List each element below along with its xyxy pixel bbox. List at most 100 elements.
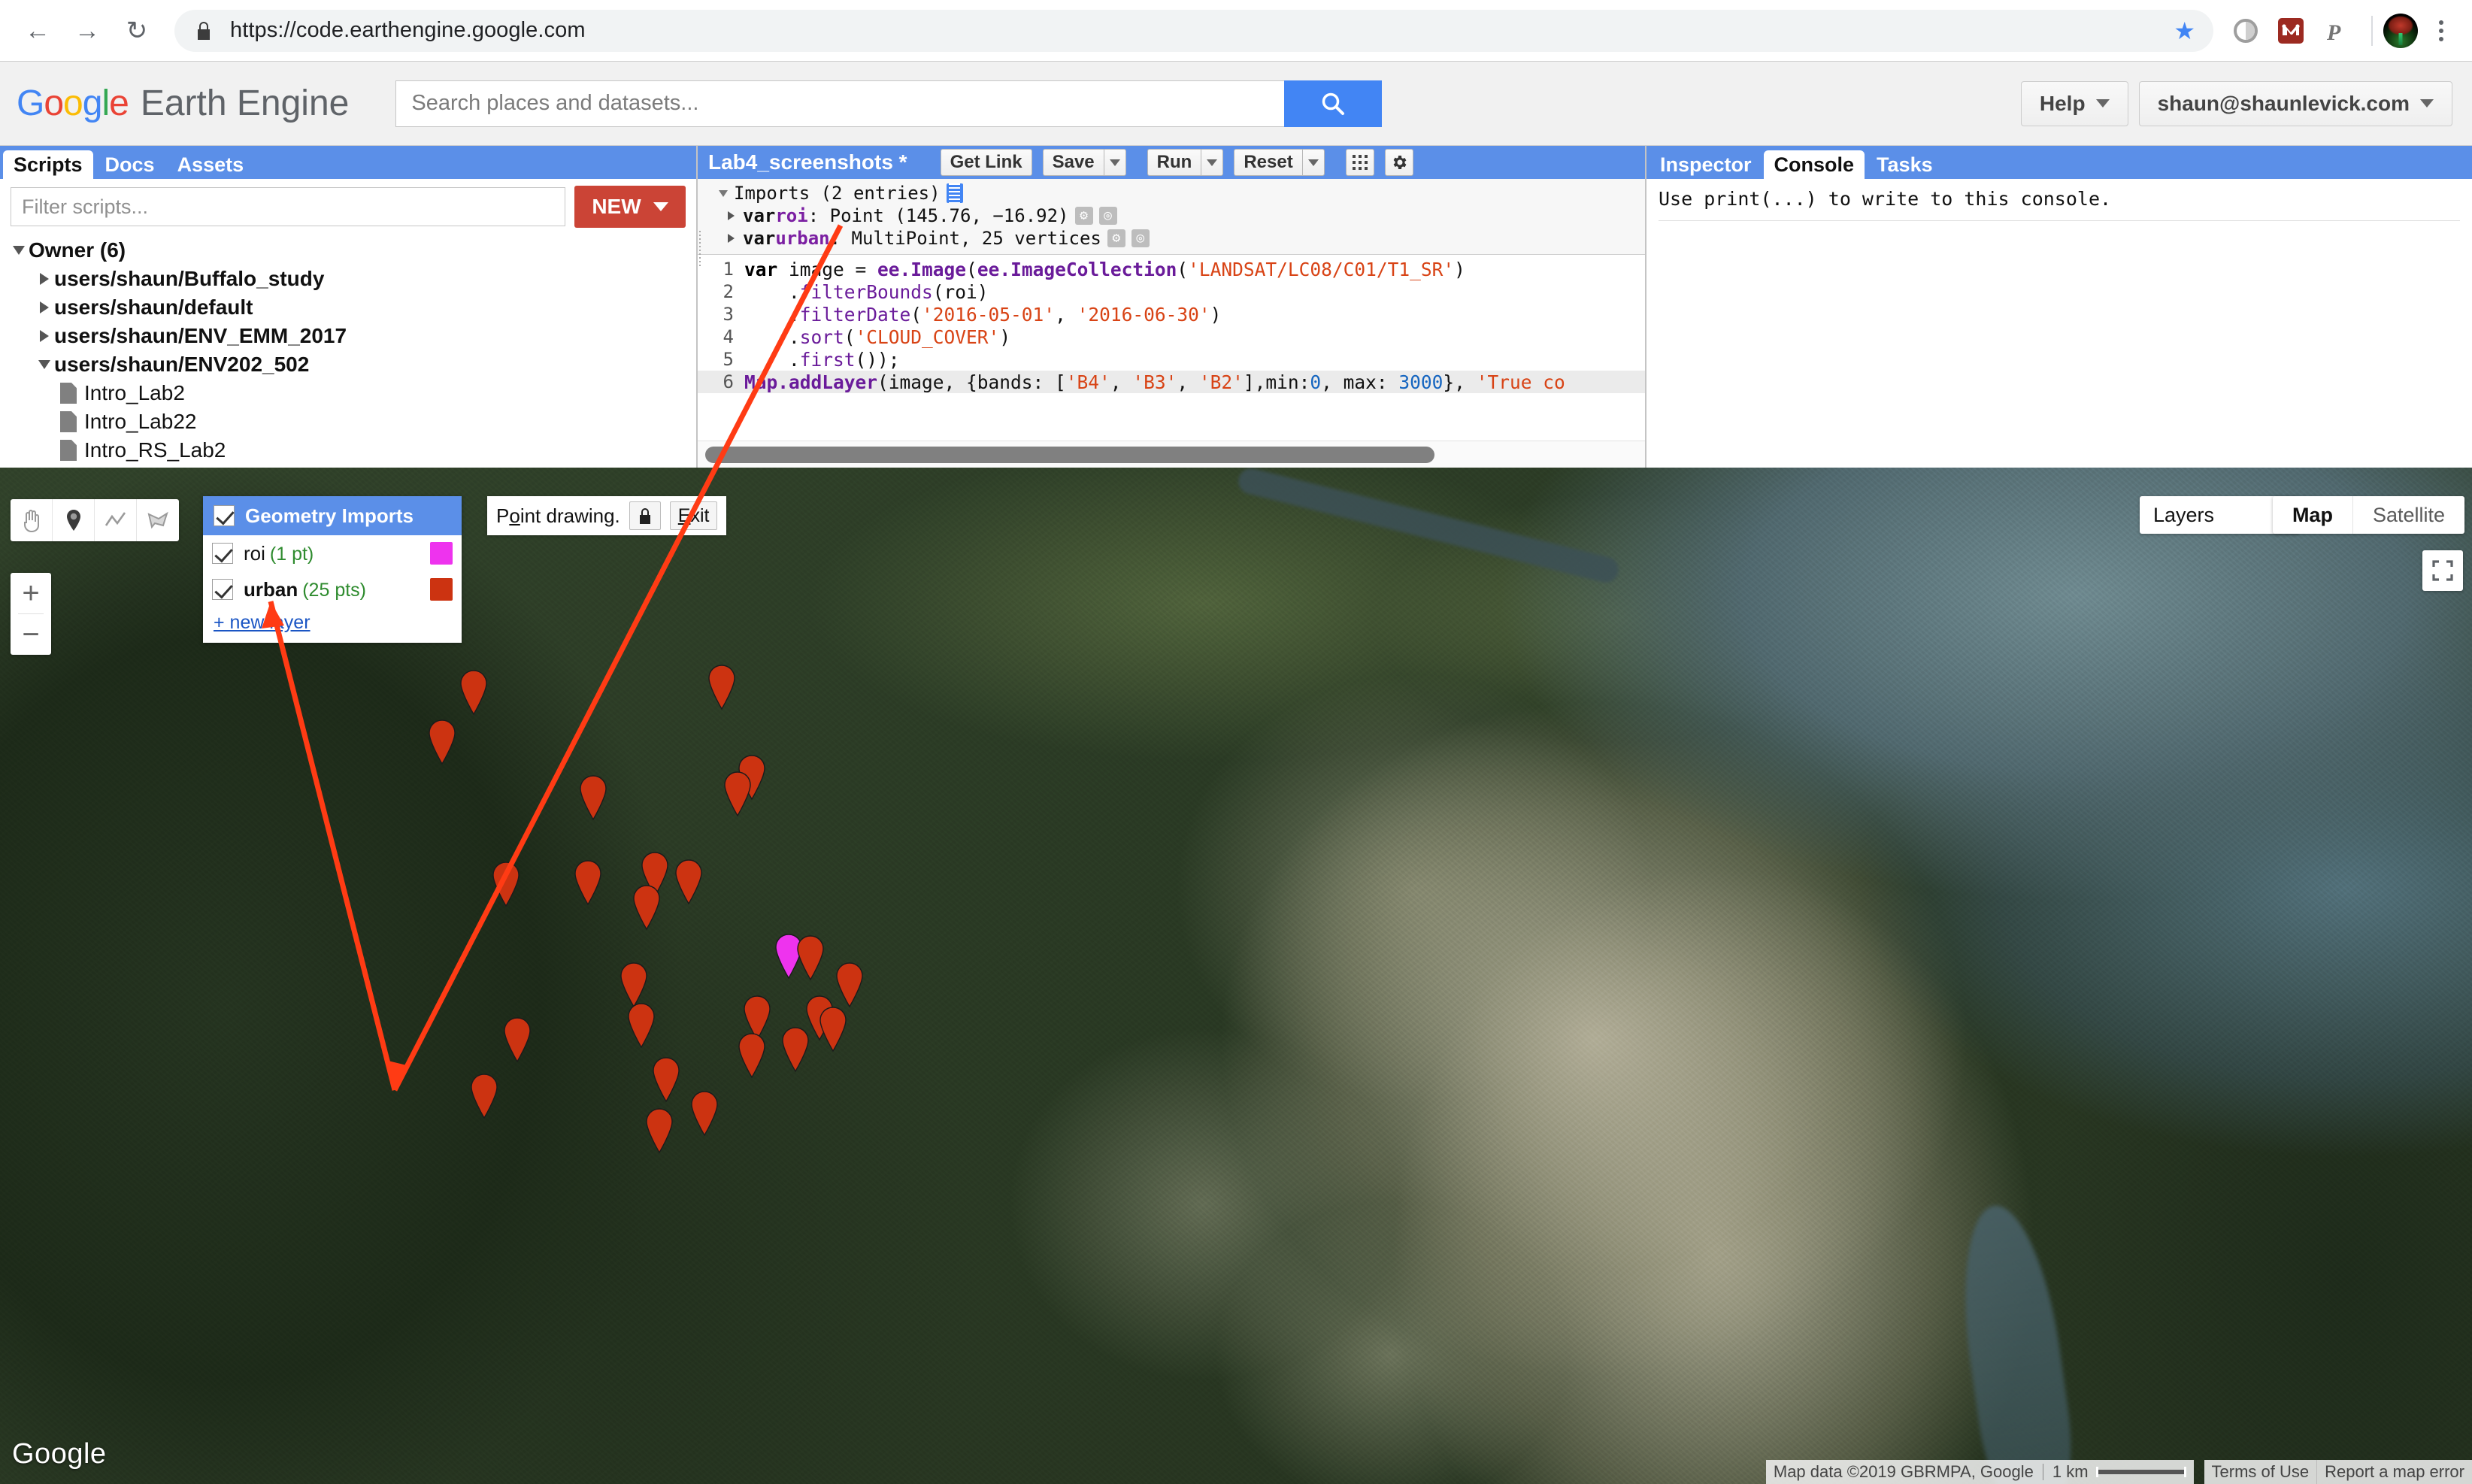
address-bar[interactable]: https://code.earthengine.google.com ★: [174, 9, 2213, 52]
get-link-button[interactable]: Get Link: [940, 149, 1032, 176]
code-line[interactable]: 3 .filterDate('2016-05-01', '2016-06-30'…: [698, 303, 1645, 326]
script-folder-item[interactable]: Owner (6): [0, 236, 696, 265]
tab-tasks[interactable]: Tasks: [1866, 150, 1943, 179]
urban-point-marker[interactable]: [672, 859, 705, 905]
code-line[interactable]: 1 var image = ee.Image(ee.ImageCollection…: [698, 258, 1645, 280]
reload-icon[interactable]: ↻: [116, 10, 158, 52]
zoom-out-button[interactable]: −: [11, 614, 51, 655]
code-line[interactable]: 4 .sort('CLOUD_COVER'): [698, 326, 1645, 348]
geometry-layer-color-swatch[interactable]: [430, 542, 453, 565]
geometry-layer-color-swatch[interactable]: [430, 578, 453, 601]
apps-grid-icon[interactable]: [1345, 149, 1374, 176]
import-entry[interactable]: var urban: MultiPoint, 25 vertices ⚙ ◎: [698, 227, 1645, 250]
zoom-in-button[interactable]: +: [11, 573, 51, 613]
urban-point-marker[interactable]: [643, 1107, 676, 1154]
urban-point-marker[interactable]: [688, 1090, 721, 1137]
gear-icon[interactable]: ⚙: [1074, 207, 1093, 225]
urban-point-marker[interactable]: [625, 1002, 658, 1049]
geometry-layer-row[interactable]: urban (25 pts): [203, 571, 462, 607]
urban-point-marker[interactable]: [833, 962, 866, 1008]
urban-point-marker[interactable]: [735, 1032, 768, 1079]
report-map-error-link[interactable]: Report a map error: [2316, 1460, 2472, 1484]
editor-horizontal-scrollbar[interactable]: [698, 441, 1645, 468]
terms-of-use-link[interactable]: Terms of Use: [2204, 1460, 2317, 1484]
maptype-map-button[interactable]: Map: [2273, 496, 2353, 534]
urban-point-marker[interactable]: [650, 1056, 683, 1103]
urban-point-marker[interactable]: [705, 664, 738, 710]
line-icon[interactable]: [95, 499, 137, 541]
search-input[interactable]: [395, 80, 1285, 127]
profile-avatar[interactable]: [2383, 13, 2418, 48]
script-file-item[interactable]: Intro_RS_Lab2: [0, 436, 696, 465]
urban-point-marker[interactable]: [816, 1006, 850, 1052]
urban-point-marker[interactable]: [617, 962, 650, 1008]
forward-arrow-icon[interactable]: →: [66, 10, 108, 52]
target-icon[interactable]: ◎: [1098, 207, 1117, 225]
point-marker-icon[interactable]: [53, 499, 95, 541]
code-line[interactable]: 6 Map.addLayer(image, {bands: ['B4', 'B3'…: [698, 371, 1645, 393]
polygon-icon[interactable]: [137, 499, 179, 541]
chevron-right-icon[interactable]: [728, 234, 743, 243]
tab-scripts[interactable]: Scripts: [3, 150, 93, 179]
imports-header[interactable]: Imports (2 entries): [698, 182, 1645, 204]
pan-hand-icon[interactable]: [11, 499, 53, 541]
urban-point-marker[interactable]: [571, 859, 604, 906]
reset-button[interactable]: Reset: [1234, 149, 1302, 176]
chevron-right-icon[interactable]: [35, 330, 54, 342]
urban-point-marker[interactable]: [577, 774, 610, 821]
geometry-imports-checkbox[interactable]: [214, 505, 235, 526]
pocket-extension-icon[interactable]: P: [2316, 11, 2356, 51]
urban-point-marker[interactable]: [794, 934, 827, 981]
exit-drawing-button[interactable]: Exit: [669, 501, 718, 530]
imports-panel-icon[interactable]: [946, 183, 963, 203]
code-line[interactable]: 5 .first());: [698, 348, 1645, 371]
urban-point-marker[interactable]: [501, 1016, 534, 1063]
chevron-right-icon[interactable]: [35, 273, 54, 285]
urban-point-marker[interactable]: [468, 1073, 501, 1119]
grammarly-extension-icon[interactable]: [2225, 11, 2266, 51]
tab-docs[interactable]: Docs: [95, 150, 165, 179]
account-button[interactable]: shaun@shaunlevick.com: [2138, 80, 2452, 126]
bookmark-star-icon[interactable]: ★: [2174, 19, 2195, 43]
lock-icon[interactable]: [629, 501, 661, 530]
urban-point-marker[interactable]: [457, 669, 490, 716]
urban-point-marker[interactable]: [721, 771, 754, 817]
mendeley-extension-icon[interactable]: [2271, 11, 2311, 51]
geometry-layer-row[interactable]: roi (1 pt): [203, 535, 462, 571]
gear-icon[interactable]: ⚙: [1107, 229, 1125, 247]
tab-inspector[interactable]: Inspector: [1650, 150, 1762, 179]
maptype-satellite-button[interactable]: Satellite: [2353, 496, 2464, 534]
chevron-right-icon[interactable]: [728, 211, 743, 220]
new-layer-link[interactable]: + new layer: [203, 607, 462, 643]
panel-resize-grip[interactable]: [698, 229, 704, 289]
fullscreen-icon[interactable]: [2422, 550, 2463, 591]
back-arrow-icon[interactable]: ←: [17, 10, 59, 52]
urban-point-marker[interactable]: [630, 884, 663, 931]
code-area[interactable]: 1 var image = ee.Image(ee.ImageCollection…: [698, 255, 1645, 468]
chevron-down-icon[interactable]: [719, 189, 734, 197]
script-folder-item[interactable]: users/shaun/Buffalo_study: [0, 265, 696, 293]
chevron-right-icon[interactable]: [35, 301, 54, 313]
reset-dropdown-button[interactable]: [1301, 149, 1325, 176]
save-dropdown-button[interactable]: [1103, 149, 1126, 176]
tab-assets[interactable]: Assets: [167, 150, 255, 179]
import-entry[interactable]: var roi: Point (145.76, −16.92) ⚙ ◎: [698, 204, 1645, 227]
gear-icon[interactable]: [1384, 149, 1413, 176]
filter-scripts-input[interactable]: [11, 187, 565, 226]
three-dot-menu-icon[interactable]: [2424, 20, 2458, 41]
help-button[interactable]: Help: [2020, 80, 2128, 126]
scrollbar-thumb[interactable]: [705, 446, 1434, 463]
new-script-button[interactable]: NEW: [574, 186, 686, 228]
urban-point-marker[interactable]: [426, 719, 459, 765]
chevron-down-icon[interactable]: [9, 246, 29, 255]
search-button[interactable]: [1284, 80, 1383, 127]
urban-point-marker[interactable]: [489, 861, 523, 907]
map-viewport[interactable]: + − Geometry Imports roi (1 pt) urban (25 p…: [0, 468, 2472, 1484]
script-folder-item[interactable]: users/shaun/default: [0, 293, 696, 322]
geometry-layer-checkbox[interactable]: [212, 543, 233, 564]
tab-console[interactable]: Console: [1763, 150, 1865, 179]
script-file-item[interactable]: Intro_Lab22: [0, 407, 696, 436]
script-folder-item[interactable]: users/shaun/ENV202_502: [0, 350, 696, 379]
code-line[interactable]: 2 .filterBounds(roi): [698, 280, 1645, 303]
script-file-item[interactable]: Intro_Lab2: [0, 379, 696, 407]
